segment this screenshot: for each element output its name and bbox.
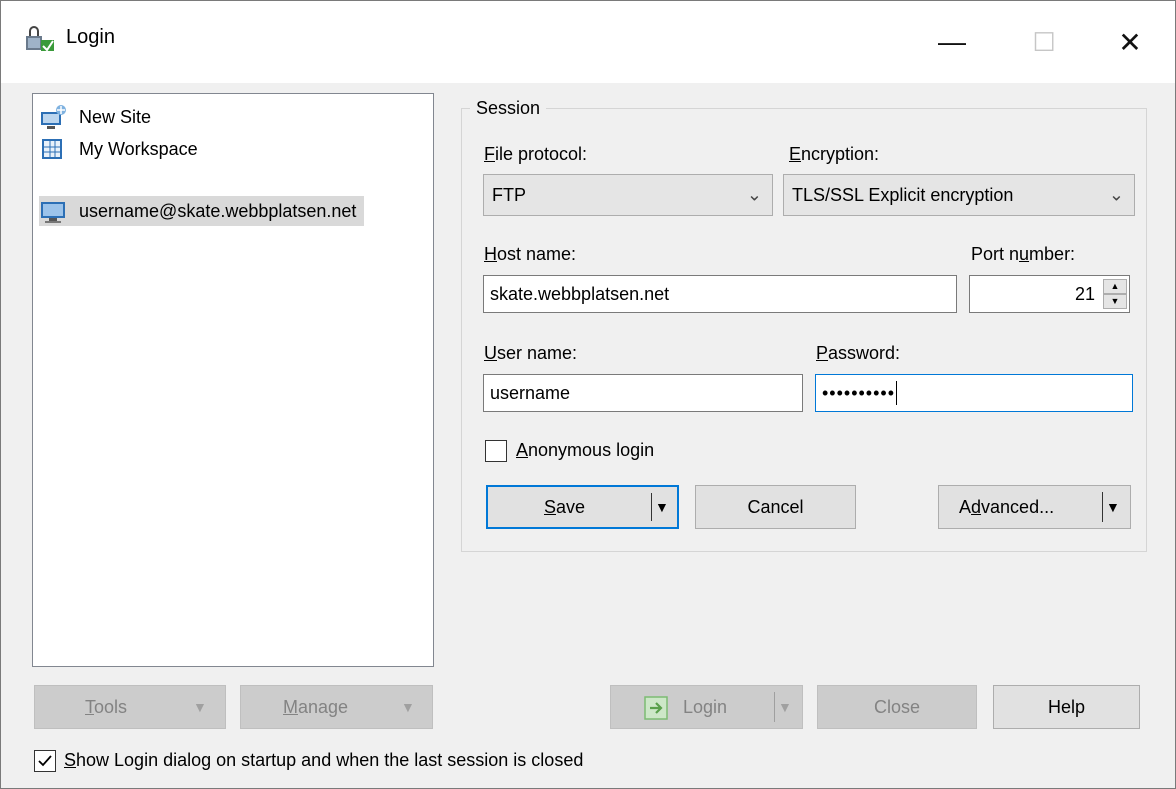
port-number-value: 21 bbox=[1074, 283, 1095, 304]
site-item-saved-session[interactable]: username@skate.webbplatsen.net bbox=[39, 196, 365, 226]
show-login-on-startup-checkbox[interactable] bbox=[34, 750, 56, 772]
password-label: Password: bbox=[816, 343, 901, 363]
window-title: Login bbox=[66, 26, 115, 48]
save-button-label: Save bbox=[544, 496, 586, 517]
caret-down-icon: ▼ bbox=[401, 699, 415, 715]
site-item-my-workspace[interactable]: My Workspace bbox=[39, 134, 206, 164]
encryption-select[interactable]: TLS/SSL Explicit encryption ⌄ bbox=[783, 174, 1135, 216]
port-number-input[interactable]: 21 ▲ ▼ bbox=[969, 275, 1130, 313]
anonymous-login-label[interactable]: Anonymous login bbox=[516, 440, 654, 461]
caret-down-icon[interactable]: ▼ bbox=[1106, 499, 1120, 515]
password-value: •••••••••• bbox=[822, 382, 896, 403]
save-button[interactable]: Save ▼ bbox=[486, 485, 679, 529]
chevron-down-icon: ⌄ bbox=[746, 184, 762, 205]
port-number-label: Port number: bbox=[971, 244, 1076, 264]
file-protocol-value: FTP bbox=[492, 184, 526, 205]
help-button[interactable]: Help bbox=[993, 685, 1140, 729]
app-icon bbox=[24, 24, 56, 54]
encryption-label: Encryption: bbox=[789, 144, 880, 164]
port-spinner[interactable]: ▲ ▼ bbox=[1103, 279, 1127, 309]
split-divider bbox=[651, 493, 652, 521]
split-divider bbox=[774, 692, 775, 722]
monitor-icon bbox=[39, 198, 67, 224]
user-name-input[interactable]: username bbox=[483, 374, 803, 412]
close-window-button[interactable]: ✕ bbox=[1084, 1, 1176, 83]
minimize-button[interactable]: — bbox=[906, 1, 998, 83]
maximize-button: ☐ bbox=[1032, 26, 1056, 57]
encryption-value: TLS/SSL Explicit encryption bbox=[792, 184, 1014, 205]
tools-button[interactable]: Tools ▼ bbox=[34, 685, 226, 729]
spin-down-icon[interactable]: ▼ bbox=[1103, 294, 1127, 309]
caret-down-icon: ▼ bbox=[193, 699, 207, 715]
login-button-label: Login bbox=[683, 696, 728, 717]
manage-button-label: Manage bbox=[283, 696, 349, 717]
close-button[interactable]: Close bbox=[817, 685, 977, 729]
file-protocol-label: File protocol: bbox=[484, 144, 588, 164]
manage-button[interactable]: Manage ▼ bbox=[240, 685, 433, 729]
site-item-label: New Site bbox=[79, 106, 152, 127]
user-name-label: User name: bbox=[484, 343, 578, 363]
checkmark-icon bbox=[38, 755, 52, 767]
password-input[interactable]: •••••••••• bbox=[815, 374, 1133, 412]
caret-down-icon: ▼ bbox=[778, 699, 792, 715]
login-button[interactable]: Login ▼ bbox=[610, 685, 803, 729]
show-login-on-startup-label[interactable]: Show Login dialog on startup and when th… bbox=[64, 750, 583, 771]
advanced-button-label: Advanced... bbox=[959, 496, 1055, 517]
split-divider bbox=[1102, 492, 1103, 522]
spin-up-icon[interactable]: ▲ bbox=[1103, 279, 1127, 294]
file-protocol-select[interactable]: FTP ⌄ bbox=[483, 174, 773, 216]
advanced-button[interactable]: Advanced... ▼ bbox=[938, 485, 1131, 529]
chevron-down-icon: ⌄ bbox=[1108, 184, 1124, 205]
text-cursor bbox=[896, 381, 898, 405]
host-name-label: Host name: bbox=[484, 244, 577, 264]
site-item-label: My Workspace bbox=[79, 138, 198, 159]
caret-down-icon[interactable]: ▼ bbox=[655, 499, 669, 515]
site-item-new-site[interactable]: New Site bbox=[39, 102, 159, 132]
login-icon bbox=[643, 695, 669, 726]
host-name-input[interactable]: skate.webbplatsen.net bbox=[483, 275, 957, 313]
session-group-title: Session bbox=[470, 98, 547, 119]
workspace-icon bbox=[39, 136, 67, 162]
site-item-label: username@skate.webbplatsen.net bbox=[79, 200, 357, 221]
cancel-button[interactable]: Cancel bbox=[695, 485, 856, 529]
tools-button-label: Tools bbox=[85, 696, 128, 717]
site-tree[interactable]: New Site My Workspace username@skate.web… bbox=[32, 93, 434, 667]
new-site-icon bbox=[39, 104, 67, 130]
anonymous-login-checkbox[interactable] bbox=[485, 440, 507, 462]
